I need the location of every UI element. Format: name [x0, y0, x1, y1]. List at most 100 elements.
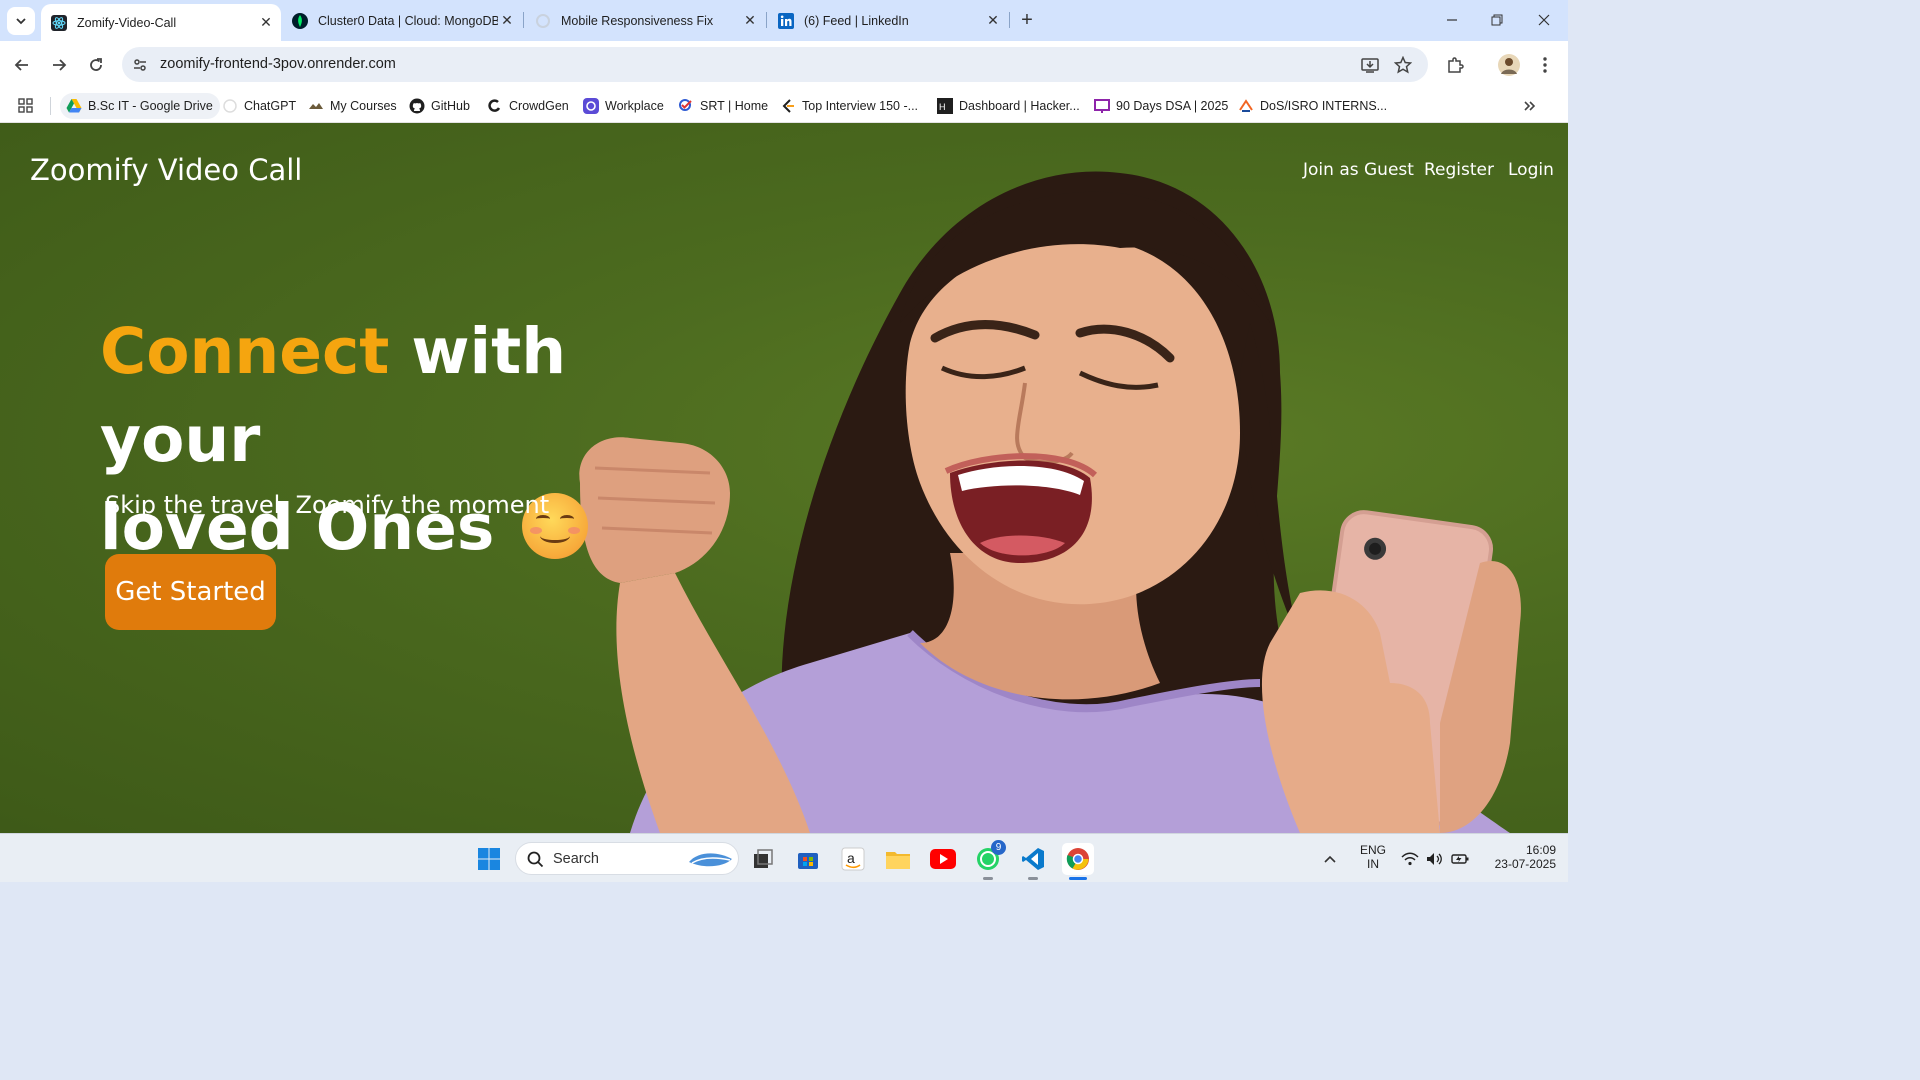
bookmark-label: B.Sc IT - Google Drive [88, 99, 213, 113]
apps-grid-icon [18, 98, 33, 113]
install-app-icon[interactable] [1360, 55, 1380, 75]
join-as-guest-link[interactable]: Join as Guest [1303, 160, 1414, 180]
dsa-icon [1094, 98, 1110, 114]
clock-time: 16:09 [1525, 843, 1556, 857]
vscode-button[interactable] [1017, 843, 1049, 875]
brand-logo[interactable]: Zoomify Video Call [30, 153, 302, 187]
clock[interactable]: 16:09 23-07-2025 [1478, 843, 1556, 871]
chevron-double-right-icon [1524, 101, 1536, 111]
tab-mongodb[interactable]: Cluster0 Data | Cloud: MongoDB ✕ [282, 0, 522, 41]
arrow-left-icon [14, 59, 28, 71]
new-tab-button[interactable]: + [1017, 10, 1037, 30]
bookmark-90-days-dsa[interactable]: 90 Days DSA | 2025 [1094, 93, 1228, 119]
url-text[interactable]: zoomify-frontend-3pov.onrender.com [160, 56, 396, 72]
taskbar-search[interactable]: Search [515, 842, 739, 875]
minimize-button[interactable] [1441, 9, 1463, 31]
tab-title: Mobile Responsiveness Fix [561, 13, 714, 28]
battery-button[interactable] [1449, 843, 1471, 875]
bookmark-github[interactable]: GitHub [409, 93, 470, 119]
mongodb-leaf-icon [292, 12, 308, 29]
close-icon[interactable]: ✕ [984, 12, 1002, 30]
wifi-icon [1401, 852, 1419, 866]
linkedin-icon [778, 12, 794, 29]
back-button[interactable] [10, 53, 34, 77]
task-view-button[interactable] [747, 843, 779, 875]
tab-separator [766, 12, 767, 28]
bookmark-label: GitHub [431, 99, 470, 113]
extensions-button[interactable] [1443, 53, 1467, 77]
language-indicator[interactable]: ENG IN [1356, 843, 1390, 871]
bookmark-workplace[interactable]: Workplace [583, 93, 664, 119]
clock-date: 23-07-2025 [1494, 857, 1556, 871]
address-bar[interactable]: zoomify-frontend-3pov.onrender.com [122, 47, 1428, 82]
chrome-button[interactable] [1062, 843, 1094, 875]
bookmark-hackerrank[interactable]: H Dashboard | Hacker... [937, 93, 1080, 119]
chevron-down-icon [16, 18, 26, 25]
restore-button[interactable] [1486, 9, 1508, 31]
start-button[interactable] [473, 843, 505, 875]
svg-text:a: a [847, 850, 855, 866]
tab-title: (6) Feed | LinkedIn [804, 13, 909, 28]
tab-zomify[interactable]: Zomify-Video-Call ✕ [41, 4, 281, 41]
file-explorer-button[interactable] [882, 843, 914, 875]
bookmark-separator [50, 97, 51, 115]
site-info-icon[interactable] [130, 55, 150, 75]
tray-overflow-button[interactable] [1318, 843, 1342, 875]
bookmark-google-drive[interactable]: B.Sc IT - Google Drive [60, 93, 220, 119]
browser-toolbar: zoomify-frontend-3pov.onrender.com [0, 41, 1568, 88]
arrow-right-icon [53, 59, 67, 71]
tab-linkedin[interactable]: (6) Feed | LinkedIn ✕ [768, 0, 1008, 41]
volume-button[interactable] [1424, 843, 1446, 875]
tab-separator [1009, 12, 1010, 28]
register-link[interactable]: Register [1424, 160, 1494, 180]
task-view-icon [754, 849, 773, 868]
reload-button[interactable] [84, 53, 108, 77]
windows-taskbar: Search a 9 ENG IN 16:09 23-07-2025 [0, 833, 1568, 882]
active-indicator [1069, 877, 1087, 880]
leetcode-icon [780, 98, 796, 114]
crowdgen-icon [487, 98, 503, 114]
close-icon[interactable]: ✕ [741, 12, 759, 30]
more-bookmarks-button[interactable] [1523, 93, 1537, 119]
amazon-button[interactable]: a [837, 843, 869, 875]
windows-logo-icon [478, 848, 500, 870]
bookmark-label: SRT | Home [700, 99, 769, 113]
region-label: IN [1367, 857, 1379, 871]
forward-button[interactable] [47, 53, 71, 77]
youtube-button[interactable] [927, 843, 959, 875]
tab-search-button[interactable] [7, 7, 35, 35]
browser-menu-button[interactable] [1533, 53, 1557, 77]
microsoft-store-button[interactable] [792, 843, 824, 875]
bookmark-top-interview[interactable]: Top Interview 150 -... [780, 93, 918, 119]
store-icon [798, 853, 818, 869]
close-icon[interactable]: ✕ [498, 12, 516, 30]
bookmark-crowdgen[interactable]: CrowdGen [487, 93, 569, 119]
bookmark-srt-home[interactable]: SRT | Home [678, 93, 768, 119]
profile-avatar[interactable] [1497, 53, 1521, 77]
close-icon [1538, 14, 1550, 26]
close-icon[interactable]: ✕ [257, 14, 275, 32]
bookmark-isro[interactable]: DoS/ISRO INTERNS... [1238, 93, 1387, 119]
bookmark-my-courses[interactable]: My Courses [308, 93, 397, 119]
kebab-menu-icon [1543, 57, 1547, 73]
bookmark-label: ChatGPT [244, 99, 297, 113]
courses-icon [308, 98, 324, 114]
chrome-icon [1066, 848, 1089, 870]
get-started-button[interactable]: Get Started [105, 554, 276, 630]
hero-subtitle: Skip the travel, Zoomify the moment [105, 491, 550, 519]
avatar-icon [1498, 54, 1520, 76]
isro-icon [1238, 98, 1254, 114]
hero-title-accent: Connect [100, 315, 390, 388]
bookmark-star-icon[interactable] [1393, 55, 1413, 75]
openai-icon [536, 13, 550, 28]
running-indicator [983, 877, 993, 880]
tab-title: Cluster0 Data | Cloud: MongoDB [318, 13, 498, 28]
tab-chatgpt[interactable]: Mobile Responsiveness Fix ✕ [525, 0, 765, 41]
apps-button[interactable] [17, 93, 35, 119]
close-window-button[interactable] [1533, 9, 1555, 31]
speaker-icon [1427, 853, 1442, 865]
whatsapp-button[interactable]: 9 [972, 840, 1006, 875]
wifi-button[interactable] [1399, 843, 1421, 875]
login-link[interactable]: Login [1508, 160, 1554, 180]
bookmark-chatgpt[interactable]: ChatGPT [222, 93, 296, 119]
